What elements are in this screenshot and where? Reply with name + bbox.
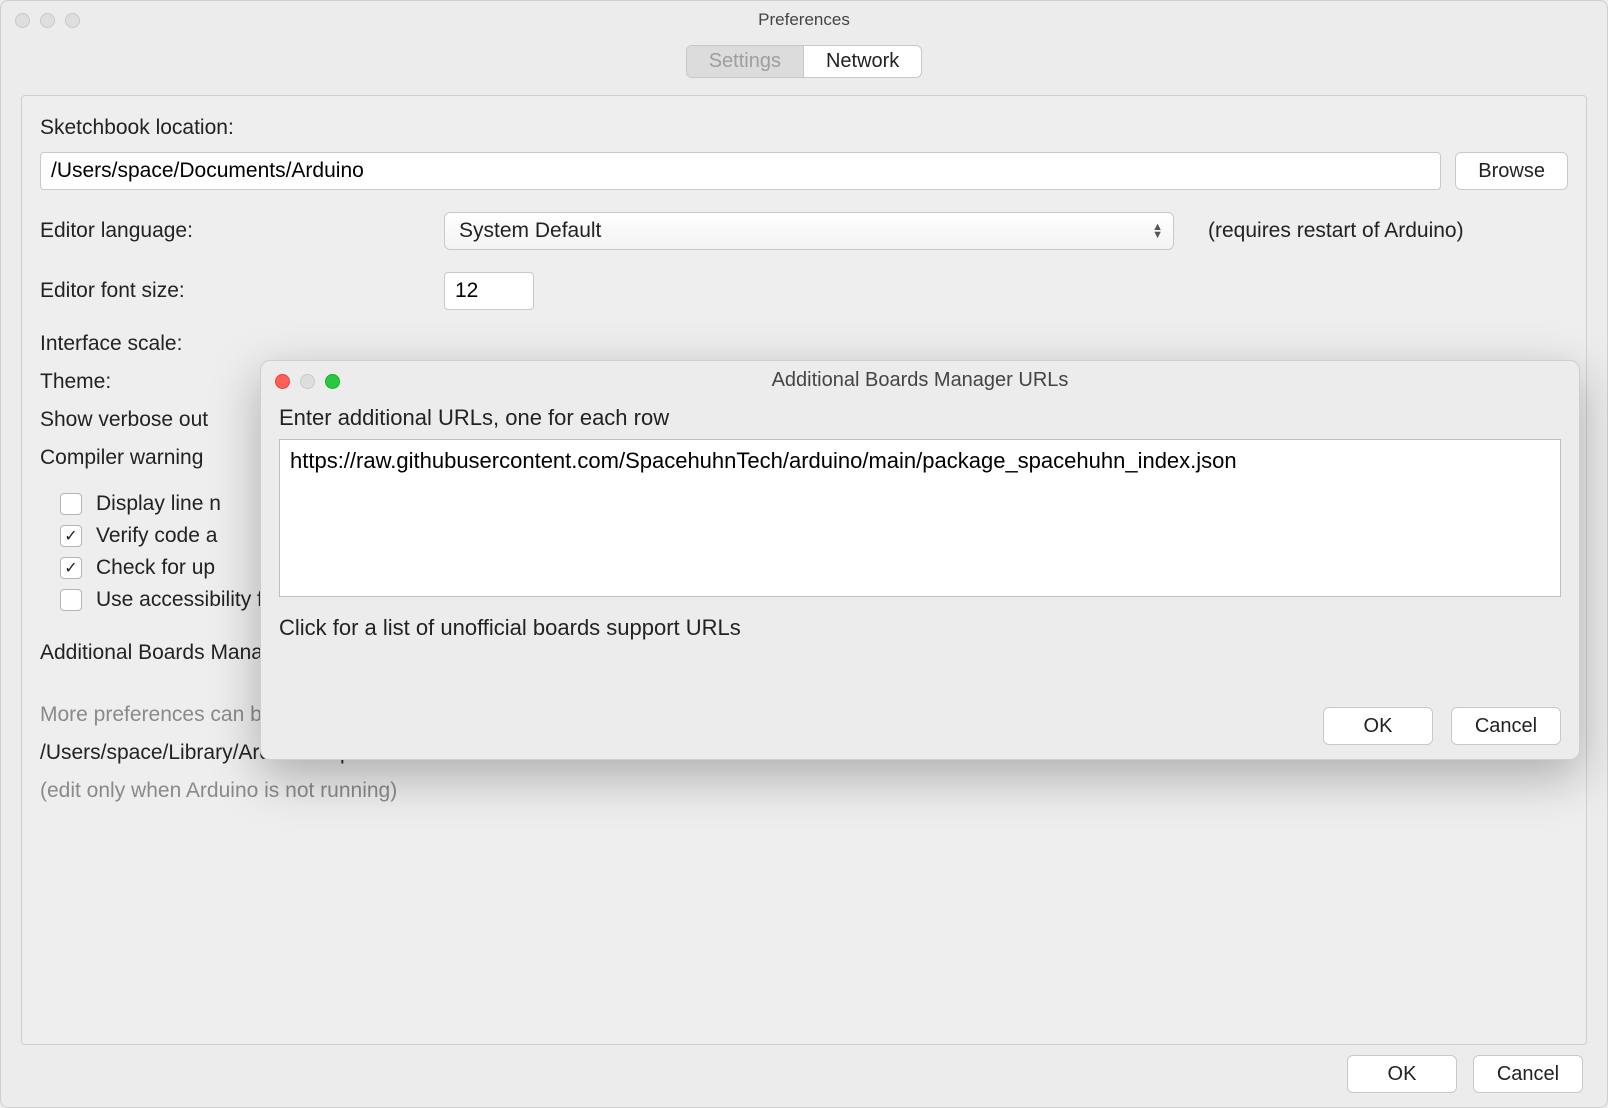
chevron-updown-icon: ▲▼	[1152, 223, 1163, 239]
display-line-numbers-checkbox[interactable]	[60, 493, 82, 515]
editor-language-label: Editor language:	[40, 219, 430, 243]
editor-language-select[interactable]: System Default ▲▼	[444, 212, 1174, 250]
modal-title: Additional Boards Manager URLs	[261, 369, 1579, 392]
tab-strip: Settings Network	[1, 45, 1607, 78]
editor-language-value: System Default	[459, 219, 601, 243]
titlebar: Preferences	[1, 1, 1607, 39]
restart-hint: (requires restart of Arduino)	[1208, 219, 1464, 243]
verify-code-checkbox[interactable]	[60, 525, 82, 547]
font-size-label: Editor font size:	[40, 279, 430, 303]
accessibility-checkbox[interactable]	[60, 589, 82, 611]
cancel-button[interactable]: Cancel	[1473, 1055, 1583, 1093]
interface-scale-label: Interface scale:	[40, 332, 430, 356]
check-updates-label: Check for up	[96, 556, 215, 580]
tab-network[interactable]: Network	[804, 46, 921, 77]
edit-warning-note: (edit only when Arduino is not running)	[40, 772, 1568, 810]
unofficial-boards-link[interactable]: Click for a list of unofficial boards su…	[279, 615, 1561, 641]
ok-button[interactable]: OK	[1347, 1055, 1457, 1093]
check-updates-checkbox[interactable]	[60, 557, 82, 579]
modal-prompt: Enter additional URLs, one for each row	[279, 405, 1561, 431]
verify-code-label: Verify code a	[96, 524, 217, 548]
sketchbook-label: Sketchbook location:	[40, 116, 234, 140]
sketchbook-path-input[interactable]	[40, 152, 1441, 190]
dialog-button-row: OK Cancel	[1347, 1055, 1583, 1093]
modal-cancel-button[interactable]: Cancel	[1451, 707, 1561, 745]
window-title: Preferences	[1, 10, 1607, 30]
tab-settings[interactable]: Settings	[687, 46, 804, 77]
urls-textarea[interactable]	[279, 439, 1561, 597]
font-size-input[interactable]	[444, 272, 534, 310]
display-line-numbers-label: Display line n	[96, 492, 221, 516]
browse-button[interactable]: Browse	[1455, 152, 1568, 190]
additional-urls-dialog: Additional Boards Manager URLs Enter add…	[260, 360, 1580, 760]
modal-button-row: OK Cancel	[1323, 707, 1561, 745]
modal-ok-button[interactable]: OK	[1323, 707, 1433, 745]
